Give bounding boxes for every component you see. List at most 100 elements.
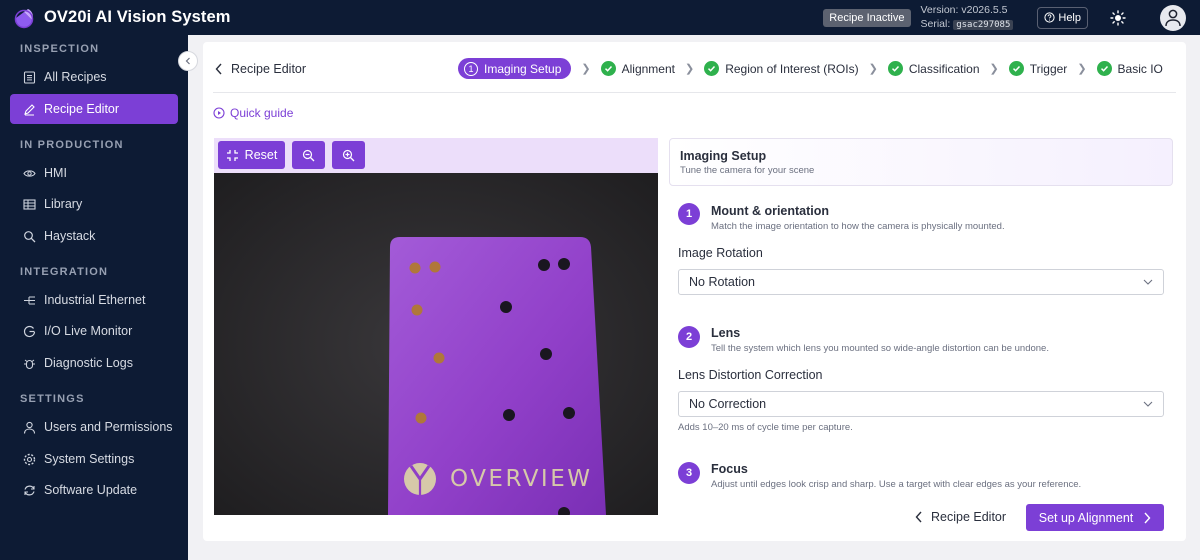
sidebar-item-label: All Recipes — [44, 70, 107, 84]
reset-view-button[interactable]: Reset — [218, 141, 285, 169]
step-basic-io[interactable]: Basic IO — [1096, 61, 1163, 76]
chevron-right-icon: ❯ — [989, 63, 999, 75]
sidebar-item-hmi[interactable]: HMI — [10, 158, 178, 188]
sidebar-item-label: Library — [44, 197, 83, 211]
refresh-icon — [22, 483, 36, 497]
step-classification[interactable]: Classification — [887, 61, 980, 76]
step-label: Alignment — [621, 61, 675, 76]
app-title: OV20i AI Vision System — [44, 8, 231, 26]
user-icon — [22, 420, 36, 434]
sidebar-item-io-live-monitor[interactable]: I/O Live Monitor — [10, 316, 178, 346]
image-rotation-select[interactable]: No Rotation — [678, 269, 1164, 295]
chevron-right-icon — [1144, 512, 1151, 523]
recipe-status-badge: Recipe Inactive — [823, 8, 911, 27]
chevron-right-icon: ❯ — [684, 63, 695, 75]
serial-label: Serial: — [920, 18, 951, 30]
sidebar-item-system-settings[interactable]: System Settings — [10, 444, 178, 474]
sidebar: INSPECTION All Recipes Recipe Editor IN … — [0, 35, 188, 560]
footer-back-button[interactable]: Recipe Editor — [915, 510, 1006, 524]
back-label: Recipe Editor — [231, 62, 307, 76]
step-region-of-interest[interactable]: Region of Interest (ROIs) — [704, 61, 859, 76]
sidebar-item-library[interactable]: Library — [10, 189, 178, 219]
camera-viewer: Reset OVERVIEW — [214, 138, 658, 515]
search-icon — [22, 229, 36, 243]
help-label: Help — [1058, 11, 1081, 24]
camera-image[interactable]: OVERVIEW — [214, 173, 658, 515]
pencil-icon — [22, 102, 36, 116]
sidebar-item-label: System Settings — [44, 452, 135, 466]
sidebar-item-industrial-ethernet[interactable]: Industrial Ethernet — [10, 285, 178, 315]
back-to-recipe-editor[interactable]: Recipe Editor — [215, 62, 306, 76]
check-circle-icon — [1008, 61, 1024, 76]
sidebar-item-label: Haystack — [44, 229, 96, 243]
panel-title: Imaging Setup — [680, 149, 767, 163]
version-label: Version: v2026.5.5 — [920, 4, 1008, 16]
section-heading-integration: INTEGRATION — [20, 266, 109, 278]
section-heading-inspection: INSPECTION — [20, 43, 100, 55]
network-icon — [22, 293, 36, 307]
plate-text: OVERVIEW — [450, 466, 592, 492]
camera-scene: OVERVIEW — [214, 173, 658, 515]
lens-distortion-hint: Adds 10–20 ms of cycle time per capture. — [678, 422, 853, 433]
sidebar-item-recipe-editor[interactable]: Recipe Editor — [10, 94, 178, 124]
serial-value: gsac297085 — [953, 20, 1014, 30]
image-rotation-value: No Rotation — [689, 275, 756, 289]
section-number: 3 — [678, 462, 700, 484]
lens-distortion-select[interactable]: No Correction — [678, 391, 1164, 417]
sidebar-item-label: I/O Live Monitor — [44, 324, 133, 338]
bug-icon — [22, 356, 36, 370]
step-trigger[interactable]: Trigger — [1008, 61, 1068, 76]
reset-label: Reset — [244, 148, 278, 162]
section-heading-in-production: IN PRODUCTION — [20, 139, 124, 151]
user-avatar[interactable] — [1160, 4, 1186, 31]
section-title-lens: Lens — [711, 326, 741, 340]
user-icon — [1165, 9, 1181, 26]
zoom-out-button[interactable] — [292, 141, 325, 169]
step-alignment[interactable]: Alignment — [600, 61, 675, 76]
collapse-sidebar-button[interactable] — [178, 51, 198, 71]
section-title-focus: Focus — [711, 462, 748, 476]
sidebar-item-diagnostic-logs[interactable]: Diagnostic Logs — [10, 348, 178, 378]
step-label: Classification — [908, 61, 980, 76]
image-rotation-label: Image Rotation — [678, 246, 763, 260]
footer-back-label: Recipe Editor — [931, 510, 1007, 524]
recipe-editor-card: Recipe Editor 1 Imaging Setup ❯ Alignmen… — [203, 42, 1186, 541]
chevron-right-icon: ❯ — [581, 63, 591, 75]
overview-logo-icon — [404, 463, 436, 495]
sun-icon[interactable] — [1110, 9, 1126, 26]
lens-distortion-value: No Correction — [689, 397, 767, 411]
sidebar-item-software-update[interactable]: Software Update — [10, 475, 178, 505]
chevron-down-icon — [1143, 401, 1153, 407]
set-up-alignment-button[interactable]: Set up Alignment — [1026, 504, 1164, 531]
logo-icon — [14, 8, 34, 28]
chevron-right-icon: ❯ — [1077, 63, 1087, 75]
chevron-left-icon — [915, 511, 922, 523]
step-imaging-setup[interactable]: 1 Imaging Setup — [458, 58, 572, 79]
sidebar-item-haystack[interactable]: Haystack — [10, 221, 178, 251]
section-subtitle-lens: Tell the system which lens you mounted s… — [711, 343, 1049, 354]
chevron-left-icon — [185, 57, 190, 65]
gear-icon — [22, 452, 36, 466]
check-circle-icon — [1096, 61, 1112, 76]
sidebar-item-label: Recipe Editor — [44, 102, 120, 116]
check-circle-icon — [887, 61, 903, 76]
shrink-icon — [226, 149, 238, 161]
sidebar-item-all-recipes[interactable]: All Recipes — [10, 62, 178, 92]
sidebar-item-users-and-permissions[interactable]: Users and Permissions — [10, 412, 178, 442]
zoom-in-button[interactable] — [332, 141, 365, 169]
section-subtitle-mount: Match the image orientation to how the c… — [711, 221, 1005, 232]
quick-guide-link[interactable]: Quick guide — [213, 106, 293, 120]
io-icon — [22, 324, 36, 338]
help-button[interactable]: Help — [1037, 6, 1088, 29]
step-label: Trigger — [1029, 61, 1068, 76]
chevron-down-icon — [1143, 279, 1153, 285]
header-divider — [213, 92, 1176, 93]
top-bar: OV20i AI Vision System Recipe Inactive V… — [0, 0, 1200, 35]
lens-distortion-label: Lens Distortion Correction — [678, 368, 823, 382]
zoom-out-icon — [302, 149, 315, 161]
eye-icon — [22, 166, 36, 180]
quick-guide-label: Quick guide — [230, 106, 294, 120]
section-number: 2 — [678, 326, 700, 348]
zoom-in-icon — [342, 149, 355, 161]
sidebar-item-label: HMI — [44, 166, 67, 180]
